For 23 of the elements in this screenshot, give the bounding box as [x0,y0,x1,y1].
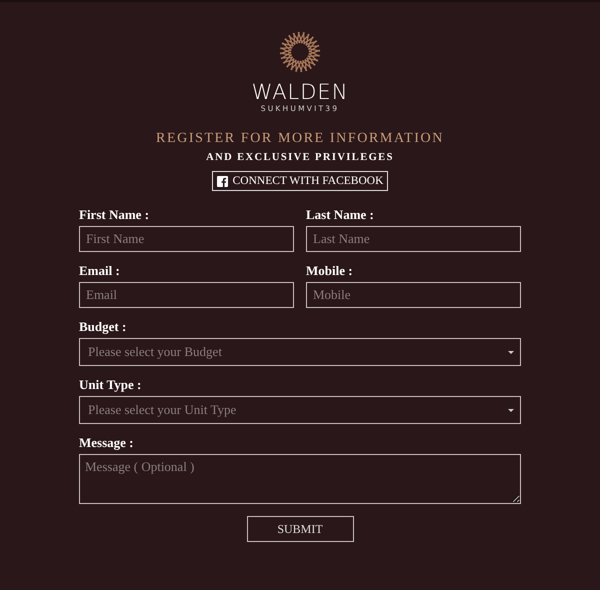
input-field[interactable]: Mobile [306,282,521,308]
brand-name: WALDEN [252,81,348,103]
facebook-button[interactable]: CONNECT WITH FACEBOOK [212,171,388,191]
field-label: Message : [79,435,134,451]
field-label: Budget : [79,319,126,335]
field-label: Mobile : [306,263,353,279]
input-field[interactable]: Email [79,282,294,308]
message-field[interactable]: Message ( Optional ) [79,454,521,504]
facebook-icon [216,176,228,186]
input-field[interactable]: Last Name [306,226,521,252]
caret-icon [508,350,514,354]
field-label: First Name : [79,207,150,223]
dropdown-field[interactable]: Please select your Unit Type [79,396,521,424]
caret-icon [508,408,514,412]
dropdown-field[interactable]: Please select your Budget [79,338,521,366]
input-field[interactable]: First Name [79,226,294,252]
form-title: REGISTER FOR MORE INFORMATION [156,131,444,147]
submit-button[interactable]: SUBMIT [246,516,354,542]
field-label: Last Name : [306,207,374,223]
field-label: Email : [79,263,120,279]
sunburst-logo-icon [278,30,322,74]
field-label: Unit Type : [79,377,142,393]
form-subtitle: AND EXCLUSIVE PRIVILEGES [206,151,394,164]
